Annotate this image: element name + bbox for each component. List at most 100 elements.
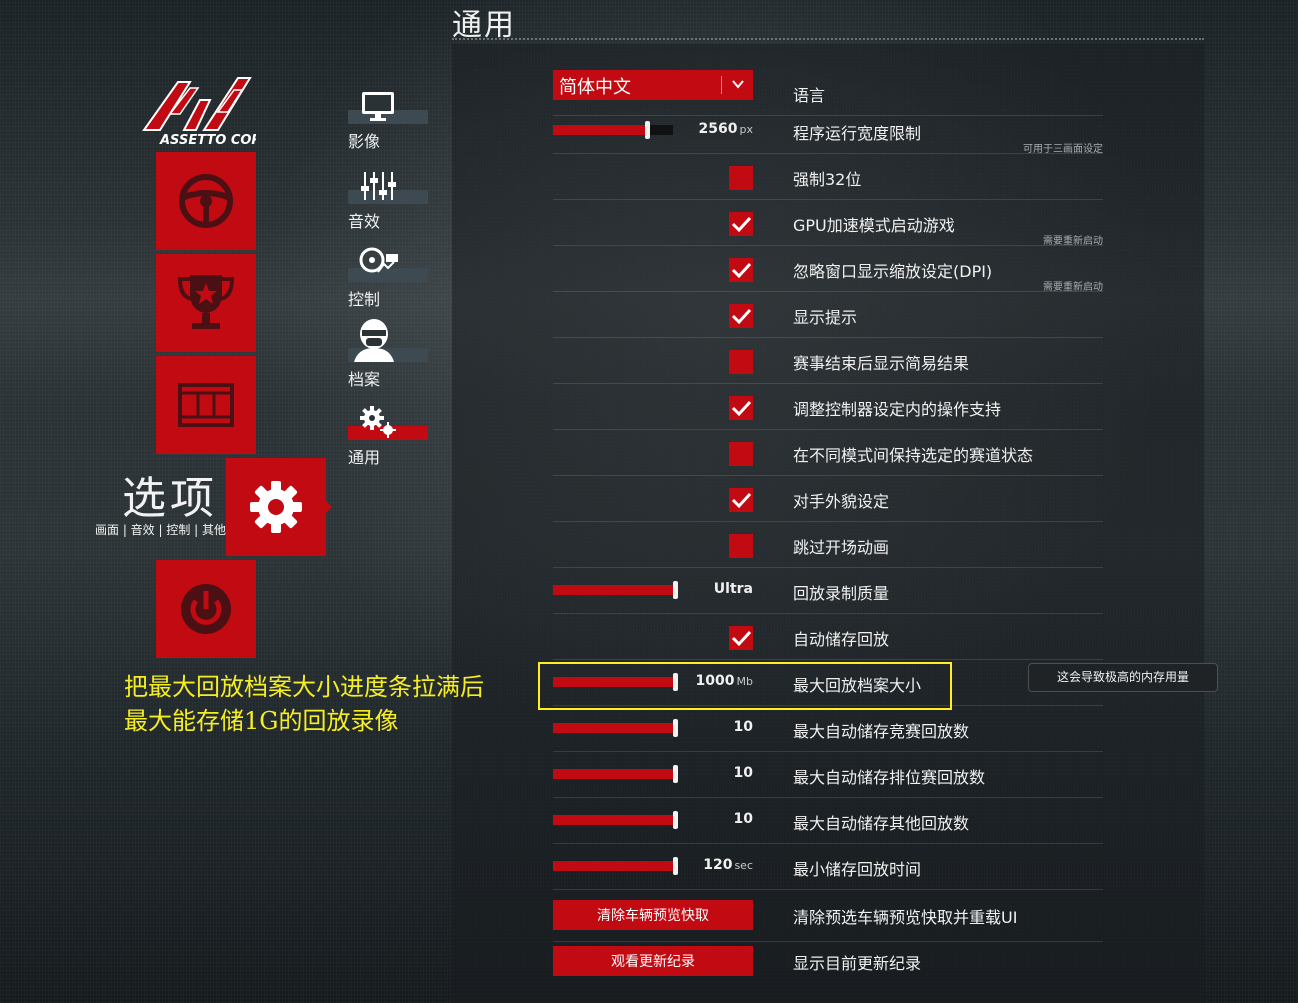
changelog-label: 显示目前更新纪录 <box>793 954 922 973</box>
submenu-profile[interactable]: 档案 <box>348 318 428 389</box>
max-other-replays-slider[interactable] <box>553 811 678 829</box>
row-replay-quality: Ultra 回放录制质量 <box>553 568 1103 614</box>
gear-icon <box>250 481 302 533</box>
width-limit-label: 程序运行宽度限制 <box>793 124 922 143</box>
row-max-other-replays: 10 最大自动储存其他回放数 <box>553 798 1103 844</box>
monitor-icon <box>362 92 394 121</box>
simple-results-label: 赛事结束后显示简易结果 <box>793 354 970 373</box>
title-divider <box>452 38 1204 40</box>
opponent-skins-label: 对手外貌设定 <box>793 492 890 511</box>
nav-events-button[interactable] <box>156 254 256 352</box>
options-title: 选项 <box>122 473 218 524</box>
show-hints-label: 显示提示 <box>793 308 858 327</box>
nav-drive-button[interactable] <box>156 152 256 250</box>
memory-warning-tooltip: 这会导致极高的内存用量 <box>1028 663 1218 692</box>
checkmark-icon <box>731 400 752 417</box>
row-width-limit: 2560 px 程序运行宽度限制 可用于三画面设定 <box>553 108 1103 155</box>
nav-options-button[interactable] <box>226 458 326 556</box>
max-other-replays-value: 10 <box>733 811 753 827</box>
chevron-down-icon <box>732 80 744 89</box>
trophy-icon <box>177 275 235 329</box>
annotation-text: 把最大回放档案大小进度条拉满后 最大能存储1G的回放录像 <box>124 670 484 738</box>
clear-preview-button[interactable]: 清除车辆预览快取 <box>553 900 753 930</box>
slider-thumb[interactable] <box>673 581 678 599</box>
submenu-audio[interactable]: 音效 <box>348 168 428 231</box>
checkmark-icon <box>731 308 752 325</box>
power-icon <box>181 584 231 634</box>
replay-quality-label: 回放录制质量 <box>793 584 890 603</box>
equalizer-icon <box>361 172 396 200</box>
language-label: 语言 <box>793 86 826 105</box>
submenu-general[interactable]: 通用 <box>348 404 428 467</box>
highlight-box <box>538 662 952 710</box>
checkmark-icon <box>731 492 752 509</box>
ignore-dpi-checkbox[interactable] <box>729 258 753 282</box>
row-min-replay-time: 120 sec 最小储存回放时间 <box>553 844 1103 890</box>
opponent-skins-checkbox[interactable] <box>729 488 753 512</box>
language-dropdown[interactable]: 简体中文 <box>553 70 753 100</box>
show-hints-checkbox[interactable] <box>729 304 753 328</box>
driver-helmet-icon <box>354 319 394 362</box>
max-race-replays-slider[interactable] <box>553 719 678 737</box>
max-other-replays-label: 最大自动储存其他回放数 <box>793 814 970 833</box>
row-max-race-replays: 10 最大自动储存竞赛回放数 <box>553 706 1103 752</box>
force32-checkbox[interactable] <box>729 166 753 190</box>
row-keep-track: 在不同模式间保持选定的赛道状态 <box>553 430 1103 476</box>
slider-thumb[interactable] <box>673 811 678 829</box>
nav-quit-button[interactable] <box>156 560 256 658</box>
max-quali-replays-value: 10 <box>733 765 753 781</box>
max-quali-replays-label: 最大自动储存排位赛回放数 <box>793 768 986 787</box>
slider-thumb[interactable] <box>673 765 678 783</box>
max-quali-replays-slider[interactable] <box>553 765 678 783</box>
changelog-button[interactable]: 观看更新纪录 <box>553 946 753 976</box>
row-force32: 强制32位 <box>553 154 1103 200</box>
gears-icon <box>360 406 396 438</box>
controller-support-checkbox[interactable] <box>729 396 753 420</box>
row-controller-support: 调整控制器设定内的操作支持 <box>553 384 1103 430</box>
controller-support-label: 调整控制器设定内的操作支持 <box>793 400 1002 419</box>
max-race-replays-value: 10 <box>733 719 753 735</box>
auto-save-replay-checkbox[interactable] <box>729 626 753 650</box>
controls-icon <box>359 247 398 273</box>
force32-label: 强制32位 <box>793 170 862 189</box>
auto-save-replay-label: 自动储存回放 <box>793 630 890 649</box>
min-replay-time-slider[interactable] <box>553 857 678 875</box>
slider-thumb[interactable] <box>673 857 678 875</box>
skip-intro-label: 跳过开场动画 <box>793 538 890 557</box>
row-max-quali-replays: 10 最大自动储存排位赛回放数 <box>553 752 1103 798</box>
nav-replay-button[interactable] <box>156 356 256 454</box>
submenu-video[interactable]: 影像 <box>348 88 428 151</box>
options-subtitle: 画面 | 音效 | 控制 | 其他 <box>95 523 227 537</box>
row-auto-save-replay: 自动储存回放 <box>553 614 1103 660</box>
row-opponent-skins: 对手外貌设定 <box>553 476 1103 522</box>
assetto-corsa-logo: ASSETTO CORSA <box>138 52 281 148</box>
film-reel-icon <box>178 383 234 427</box>
annotation-line-1: 把最大回放档案大小进度条拉满后 <box>124 673 484 701</box>
slider-thumb[interactable] <box>645 121 650 139</box>
skip-intro-checkbox[interactable] <box>729 534 753 558</box>
simple-results-checkbox[interactable] <box>729 350 753 374</box>
min-replay-time-label: 最小储存回放时间 <box>793 860 922 879</box>
width-limit-slider[interactable] <box>553 121 673 139</box>
checkmark-icon <box>731 216 752 233</box>
slider-thumb[interactable] <box>673 719 678 737</box>
row-gpu-accel: GPU加速模式启动游戏 需要重新启动 <box>553 200 1103 247</box>
checkmark-icon <box>731 630 752 647</box>
steering-wheel-icon <box>179 174 233 228</box>
replay-quality-value: Ultra <box>713 581 753 597</box>
active-indicator-arrow <box>326 501 332 513</box>
min-replay-time-value: 120 <box>703 857 733 873</box>
clear-preview-label: 清除预选车辆预览快取并重载UI <box>793 908 1018 927</box>
replay-quality-slider[interactable] <box>553 581 678 599</box>
row-simple-results: 赛事结束后显示简易结果 <box>553 338 1103 384</box>
width-limit-value: 2560 <box>698 121 738 137</box>
gpu-accel-label: GPU加速模式启动游戏 <box>793 216 955 235</box>
keep-track-checkbox[interactable] <box>729 442 753 466</box>
ignore-dpi-label: 忽略窗口显示缩放设定(DPI) <box>793 262 993 281</box>
logo-text: ASSETTO CORSA <box>159 133 256 148</box>
row-show-hints: 显示提示 <box>553 292 1103 338</box>
submenu-controls[interactable]: 控制 <box>348 246 428 309</box>
gpu-accel-checkbox[interactable] <box>729 212 753 236</box>
row-ignore-dpi: 忽略窗口显示缩放设定(DPI) 需要重新启动 <box>553 246 1103 293</box>
row-changelog: 观看更新纪录 显示目前更新纪录 <box>553 942 1103 988</box>
